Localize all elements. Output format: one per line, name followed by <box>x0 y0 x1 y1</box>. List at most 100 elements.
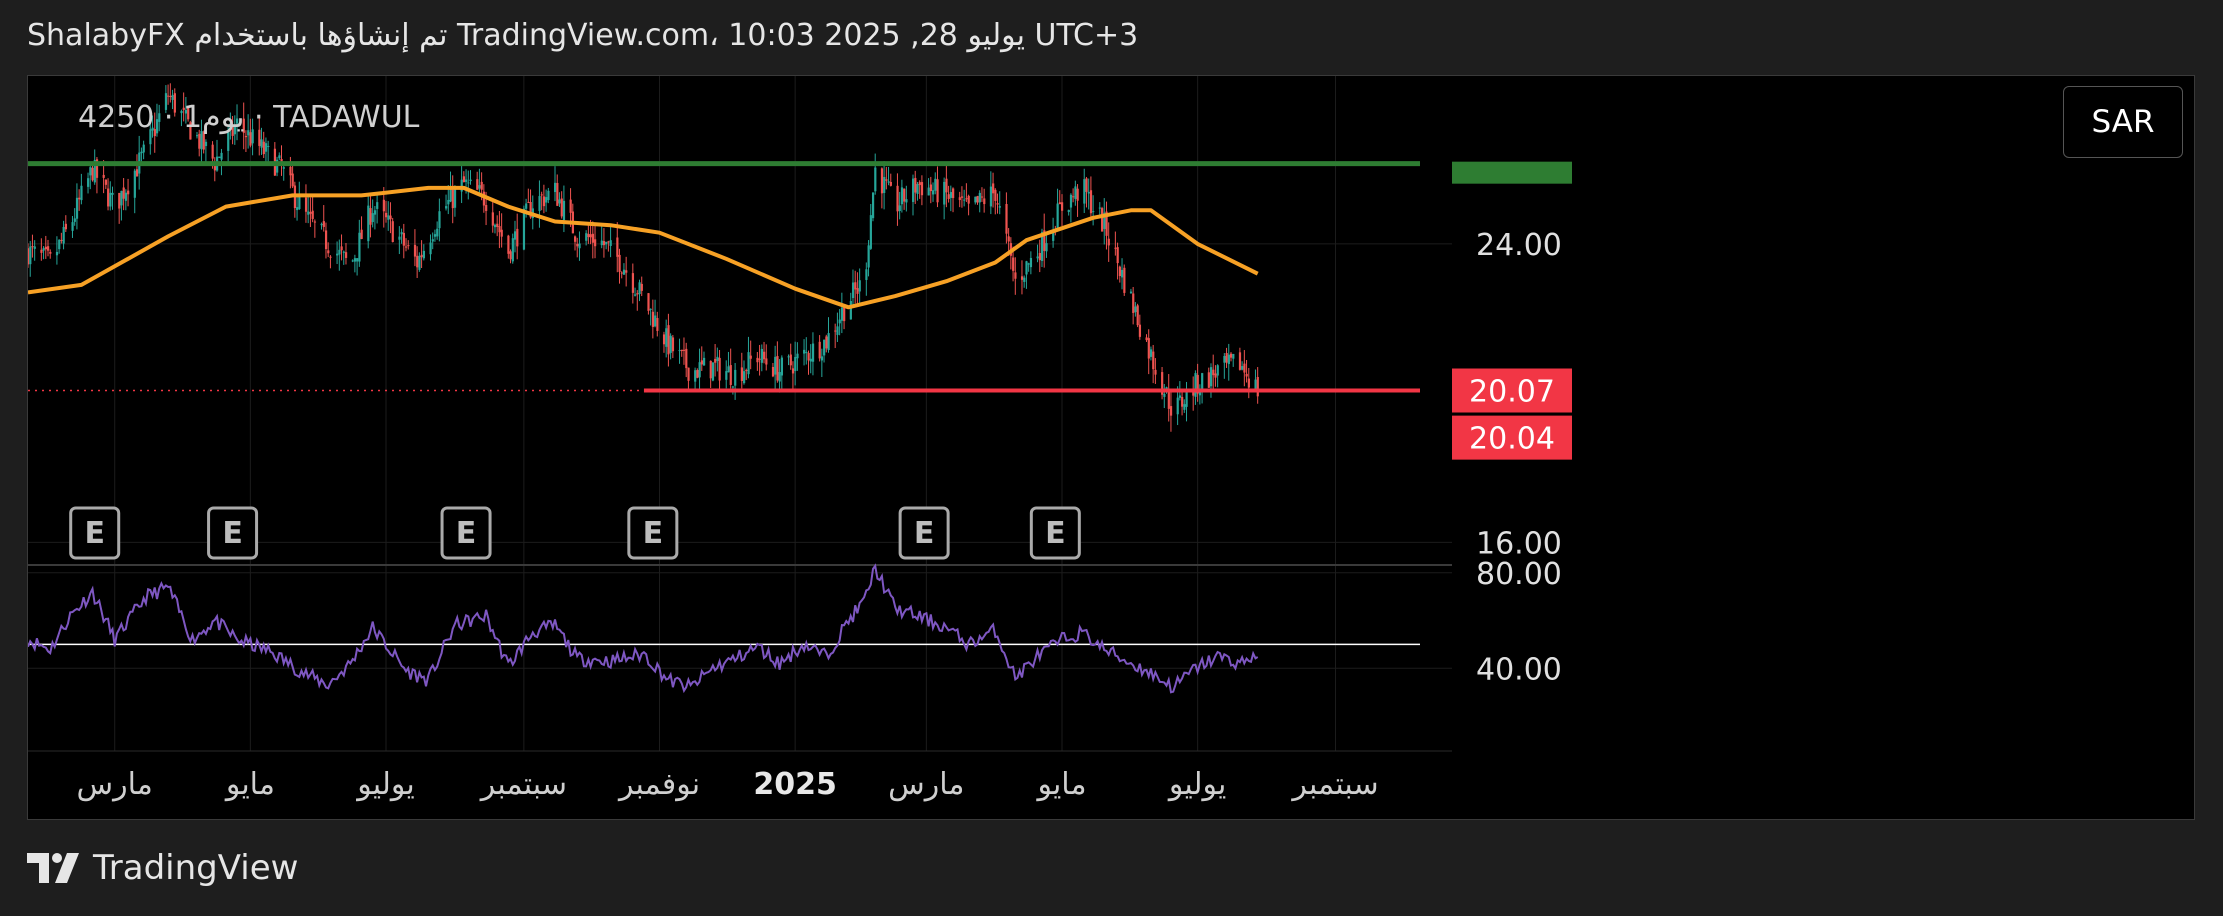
horizontal-levels <box>28 161 1420 393</box>
chart-panel[interactable]: EEEEEE 24.00 16.00 80.00 40.00 20.07 20.04 مار… <box>27 75 2195 820</box>
price-chart[interactable]: EEEEEE 24.0016.0080.0040.0020.0720.04مار… <box>28 76 2194 819</box>
candle-body <box>507 235 510 254</box>
candle-body <box>496 223 499 228</box>
candle-body <box>838 319 841 324</box>
candle-body <box>1074 186 1077 199</box>
candle-body <box>1085 178 1088 192</box>
candle-body <box>740 367 743 381</box>
candle-body <box>967 195 970 204</box>
candle-body <box>431 239 434 242</box>
candle-body <box>618 254 621 272</box>
currency-button[interactable]: SAR <box>2063 86 2183 158</box>
candle-body <box>622 269 626 275</box>
candle-body <box>122 187 125 199</box>
candle-body <box>1107 238 1110 246</box>
candle-body <box>498 226 501 233</box>
rsi-line <box>28 563 1259 694</box>
candle-body <box>665 328 668 347</box>
candle-body <box>211 144 214 159</box>
candle-body <box>89 167 92 176</box>
candle-body <box>1123 267 1126 293</box>
candle-body <box>869 215 872 249</box>
candle-body <box>887 181 890 183</box>
candle-body <box>264 143 268 152</box>
candle-body <box>338 249 341 255</box>
candle-body <box>244 135 248 138</box>
candle-body <box>373 210 377 215</box>
candle-body <box>445 206 448 209</box>
candle-body <box>992 183 995 194</box>
candle-body <box>896 185 899 212</box>
candle-body <box>867 245 870 268</box>
footer-brand-text: TradingView <box>93 848 299 888</box>
candle-body <box>569 199 572 213</box>
candle-body <box>667 325 670 355</box>
time-tick-label: سبتمبر <box>1290 767 1378 802</box>
earnings-marker[interactable]: E <box>440 506 492 560</box>
candle-body <box>1207 372 1210 388</box>
time-tick-label: مارس <box>888 767 964 802</box>
candle-body <box>307 211 310 215</box>
candle-body <box>949 192 953 198</box>
candle-body <box>1132 293 1135 314</box>
candle-body <box>289 166 292 176</box>
candle-body <box>945 178 948 193</box>
candle-body <box>743 371 746 384</box>
candle-body <box>778 372 781 382</box>
candle-body <box>367 205 370 242</box>
candle-body <box>727 366 730 373</box>
candle-body <box>725 371 728 380</box>
earnings-marker-label: E <box>222 516 243 551</box>
candle-body <box>994 189 997 201</box>
candle-body <box>625 270 628 273</box>
candle-body <box>453 189 457 208</box>
candle-body <box>513 231 517 240</box>
earnings-marker[interactable]: E <box>69 506 121 560</box>
candle-body <box>1020 276 1024 280</box>
candle-body <box>198 133 201 149</box>
candle-body <box>376 202 379 209</box>
candle-body <box>385 212 388 218</box>
candle-body <box>91 167 94 181</box>
candle-body <box>320 223 323 226</box>
candle-body <box>820 356 824 361</box>
candle-body <box>1007 236 1010 242</box>
candle-body <box>920 182 924 196</box>
candle-body <box>75 197 79 219</box>
candle-body <box>1023 277 1026 282</box>
candle-body <box>1045 243 1048 252</box>
candle-body <box>429 242 432 255</box>
candle-body <box>865 269 868 280</box>
candle-body <box>433 234 437 237</box>
candle-body <box>1163 393 1166 397</box>
candle-body <box>858 280 861 292</box>
earnings-marker[interactable]: E <box>1029 506 1081 560</box>
candle-body <box>885 179 888 181</box>
candle-body <box>714 358 717 363</box>
candle-body <box>167 95 170 97</box>
candle-body <box>1241 366 1244 370</box>
candle-body <box>929 184 932 192</box>
candle-body <box>756 357 759 363</box>
candle-body <box>854 282 857 290</box>
candle-body <box>576 243 579 247</box>
footer-brand[interactable]: TradingView <box>27 848 298 888</box>
candle-body <box>651 311 655 327</box>
candle-body <box>329 256 332 258</box>
earnings-marker[interactable]: E <box>627 506 679 560</box>
candle-body <box>1118 266 1122 277</box>
candle-body <box>834 330 837 332</box>
earnings-marker[interactable]: E <box>898 506 950 560</box>
candle-body <box>109 192 112 207</box>
candle-body <box>1169 406 1173 416</box>
candle-body <box>465 179 468 182</box>
candle-body <box>634 294 637 296</box>
candle-body <box>220 152 223 160</box>
earnings-markers[interactable]: EEEEEE <box>69 506 1081 560</box>
candle-body <box>1025 261 1028 275</box>
candle-body <box>407 245 410 247</box>
candle-body <box>296 207 299 211</box>
candle-body <box>1232 353 1235 359</box>
earnings-marker[interactable]: E <box>207 506 259 560</box>
candle-body <box>698 362 701 378</box>
